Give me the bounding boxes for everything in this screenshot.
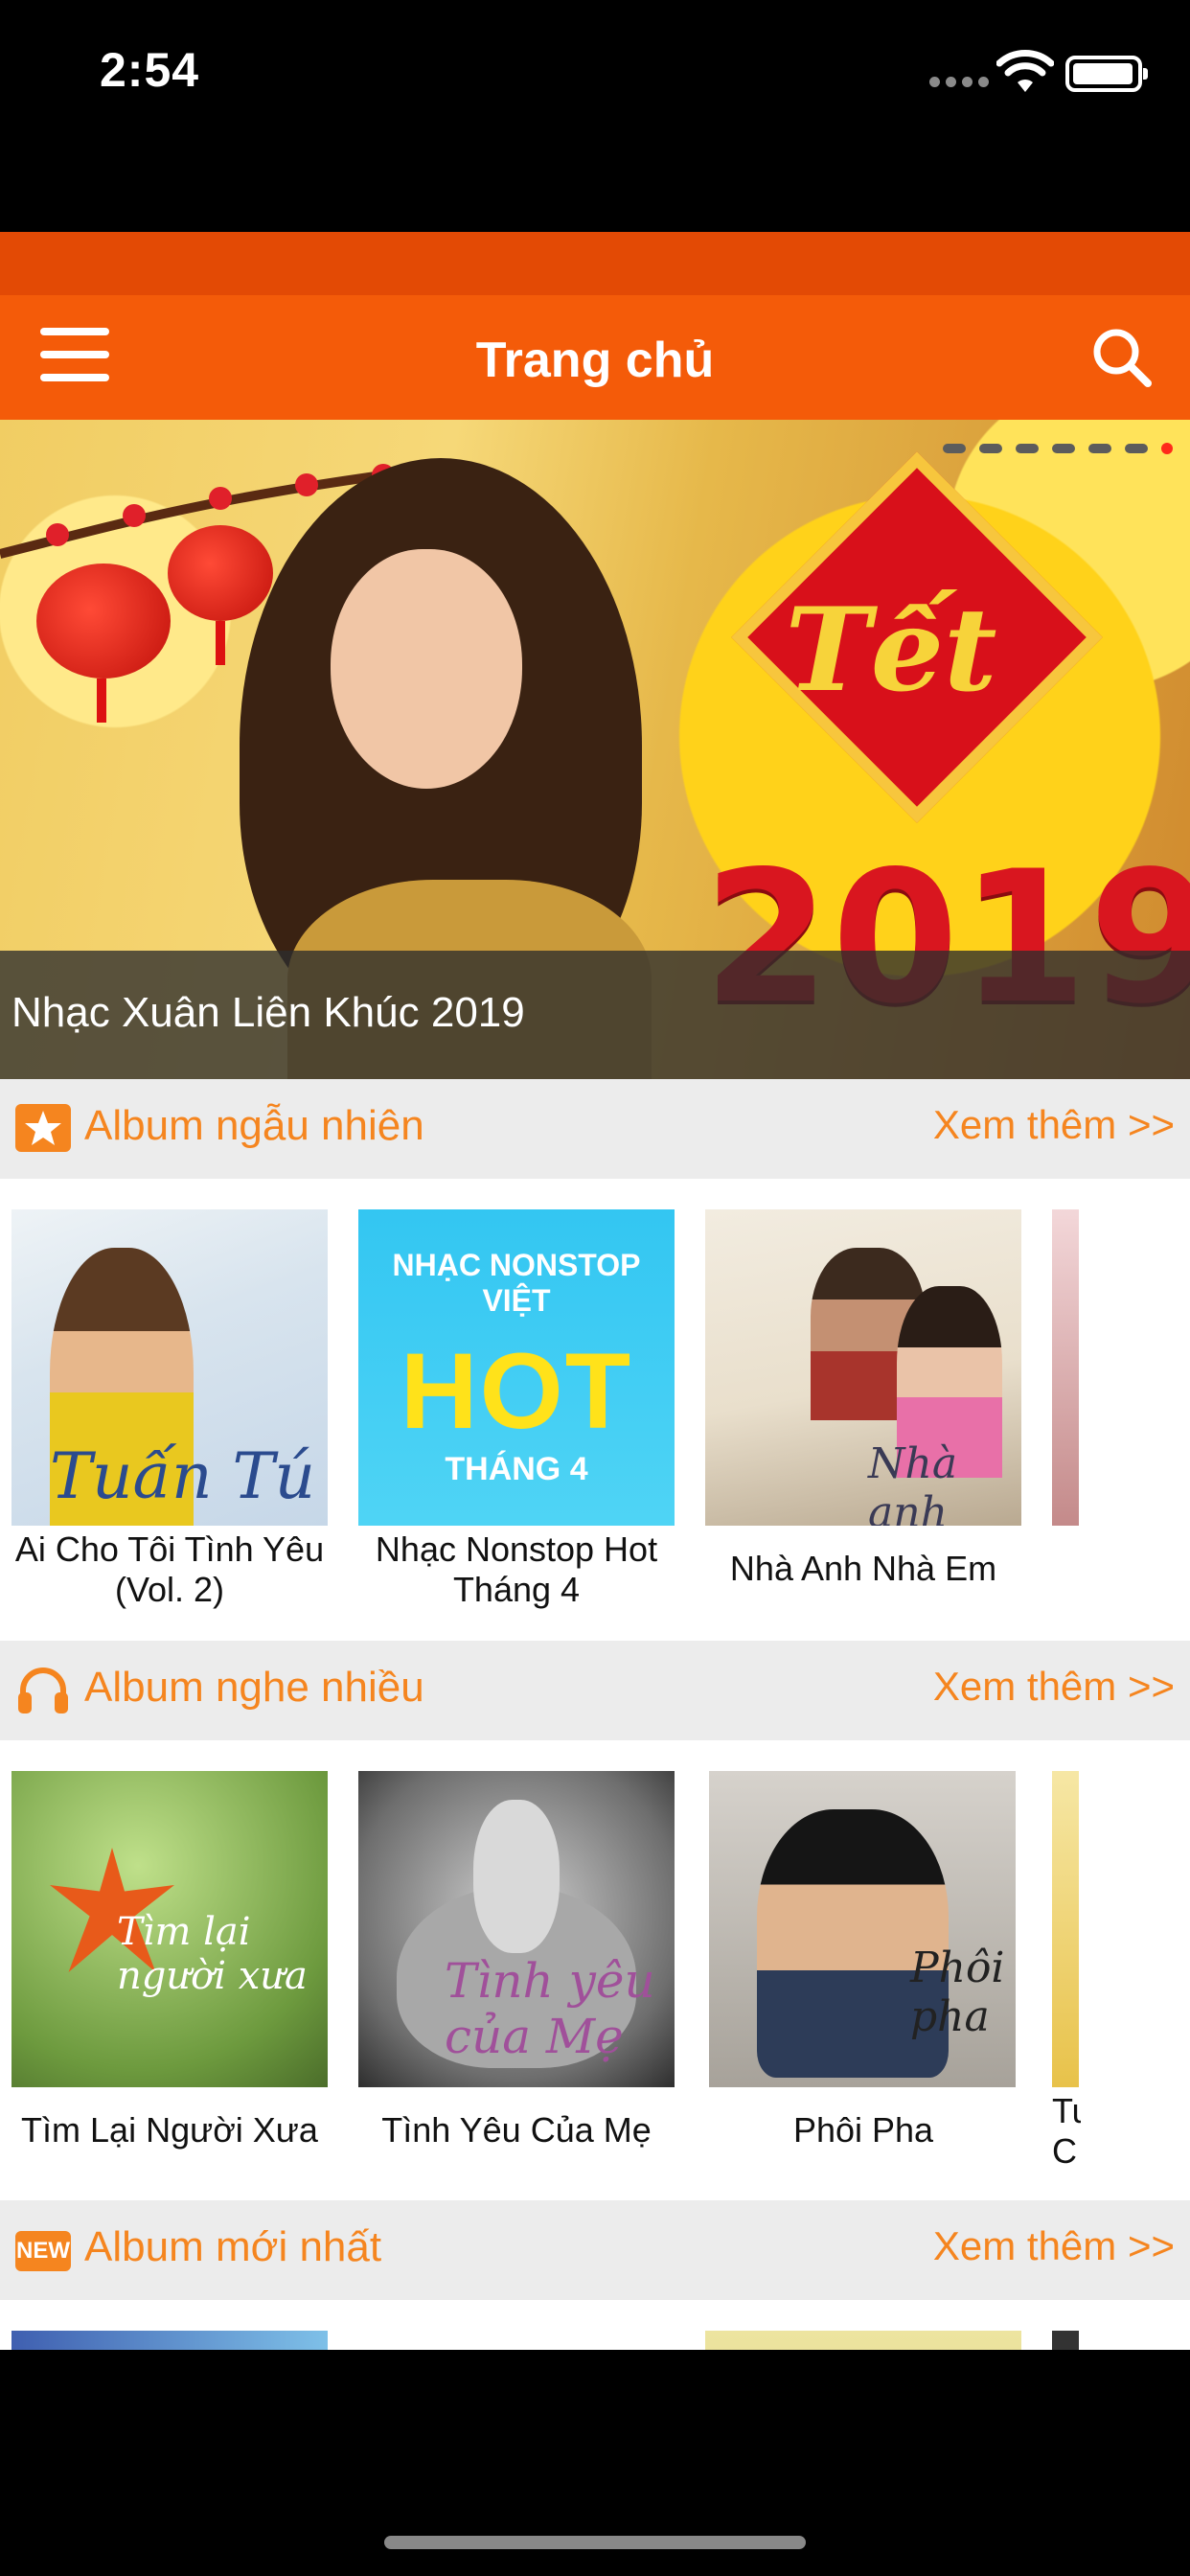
album-title-partial[interactable]: C — [1052, 2131, 1081, 2172]
album-title[interactable]: Tìm Lại Người Xưa — [7, 2110, 332, 2150]
section-header-newest: NEW Album mới nhất Xem thêm >> — [0, 2200, 1190, 2300]
album-cover[interactable] — [705, 2331, 1021, 2350]
page-dot-active[interactable] — [1161, 443, 1173, 454]
cover-text: HOT — [400, 1331, 633, 1451]
page-dot[interactable] — [1125, 444, 1148, 453]
status-time: 2:54 — [100, 43, 200, 97]
album-cover[interactable]: Phôi pha — [709, 1771, 1016, 2087]
see-more-link[interactable]: Xem thêm >> — [933, 1664, 1175, 1710]
cover-text: Phôi pha — [910, 1944, 1005, 2041]
cellular-signal-icon — [929, 77, 989, 87]
album-cover[interactable]: Tuấn Tú — [11, 1209, 328, 1526]
header-strip — [0, 232, 1190, 295]
headphones-icon — [18, 1668, 68, 1714]
banner-caption-bar: Nhạc Xuân Liên Khúc 2019 — [0, 951, 1190, 1079]
new-badge-icon: NEW — [15, 2231, 71, 2271]
see-more-link[interactable]: Xem thêm >> — [933, 1102, 1175, 1148]
page-dot[interactable] — [1016, 444, 1039, 453]
album-title[interactable]: Tình Yêu Của Mẹ — [354, 2110, 679, 2150]
wifi-icon — [996, 50, 1054, 92]
album-cover-partial[interactable] — [1052, 1771, 1079, 2087]
cover-text: NHẠC NONSTOP VIỆT — [392, 1248, 641, 1318]
see-more-link[interactable]: Xem thêm >> — [933, 2223, 1175, 2269]
section-title: Album mới nhất — [84, 2223, 382, 2270]
page-dot[interactable] — [1052, 444, 1075, 453]
cover-text: Tìm lại người xưa — [117, 1910, 308, 1998]
album-cover[interactable]: NHẠC NONSTOP VIỆT HOT THÁNG 4 — [358, 1209, 675, 1526]
section-header-popular: Album nghe nhiều Xem thêm >> — [0, 1641, 1190, 1740]
album-cover[interactable]: Nhà anh Nhà em — [705, 1209, 1021, 1526]
battery-icon — [1065, 56, 1148, 92]
lantern-decoration — [168, 525, 273, 665]
album-title[interactable]: Phôi Pha — [700, 2110, 1026, 2150]
navigation-bar: Trang chủ — [0, 295, 1190, 420]
status-bar: 2:54 — [0, 0, 1190, 144]
album-row-random: Tuấn Tú NHẠC NONSTOP VIỆT HOT THÁNG 4 Nh… — [0, 1209, 1190, 1609]
tet-emblem-text: Tết — [785, 583, 997, 718]
album-cover[interactable]: Tình yêu của Mẹ — [358, 1771, 675, 2087]
star-icon — [15, 1104, 71, 1152]
home-indicator[interactable] — [384, 2536, 806, 2549]
section-title: Album nghe nhiều — [84, 1664, 424, 1711]
album-title[interactable]: Nhà Anh Nhà Em — [700, 1549, 1026, 1589]
banner-model-face — [331, 549, 522, 789]
album-title[interactable]: Nhạc Nonstop Hot Tháng 4 — [354, 1530, 679, 1610]
page-dot[interactable] — [979, 444, 1002, 453]
section-title: Album ngẫu nhiên — [84, 1102, 424, 1149]
banner-page-indicator[interactable] — [943, 443, 1173, 454]
album-cover[interactable]: Tìm lại người xưa — [11, 1771, 328, 2087]
album-cover-partial[interactable] — [1052, 2331, 1079, 2350]
cover-text: Tình yêu của Mẹ — [445, 1953, 655, 2064]
lantern-decoration — [36, 564, 171, 723]
banner-caption: Nhạc Xuân Liên Khúc 2019 — [11, 989, 525, 1036]
cover-text: THÁNG 4 — [445, 1451, 588, 1487]
album-title-partial[interactable]: Tu — [1052, 2091, 1081, 2131]
page-title: Trang chủ — [475, 333, 715, 388]
section-header-random: Album ngẫu nhiên Xem thêm >> — [0, 1079, 1190, 1179]
cover-text: Tuấn Tú — [50, 1439, 315, 1513]
album-cover-partial[interactable] — [1052, 1209, 1079, 1526]
album-cover[interactable] — [11, 2331, 328, 2350]
search-icon[interactable] — [1090, 326, 1154, 389]
page-dot[interactable] — [1088, 444, 1111, 453]
page-dot[interactable] — [943, 444, 966, 453]
featured-banner[interactable]: Tết 2019 Nhạc Xuân Liên Khúc 2019 — [0, 420, 1190, 1079]
cover-text: Nhà anh Nhà em — [868, 1439, 958, 1526]
album-title[interactable]: Ai Cho Tôi Tình Yêu (Vol. 2) — [7, 1530, 332, 1610]
album-row-popular: Tìm lại người xưa Tình yêu của Mẹ Phôi p… — [0, 1771, 1190, 2171]
album-row-newest — [0, 2331, 1190, 2350]
